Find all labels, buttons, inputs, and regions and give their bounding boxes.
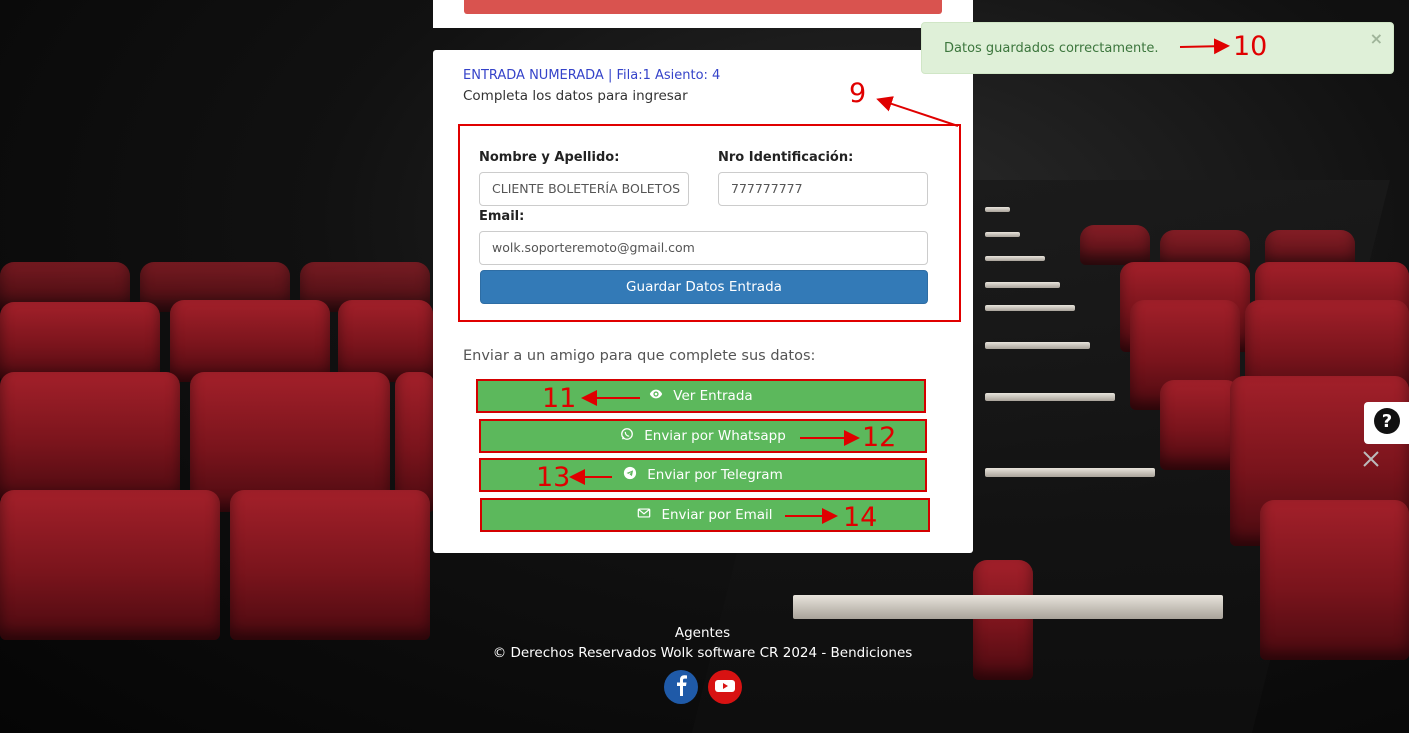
footer-agents-link[interactable]: Agentes [0, 625, 1405, 641]
question-circle-icon: ? [1373, 407, 1401, 439]
ticket-form: Nombre y Apellido: CLIENTE BOLETERÍA BOL… [458, 124, 961, 322]
svg-text:?: ? [1381, 411, 1391, 432]
facebook-icon [672, 674, 690, 700]
youtube-icon [713, 674, 737, 700]
name-field[interactable]: CLIENTE BOLETERÍA BOLETOS [479, 172, 689, 206]
ticket-subtitle: Completa los datos para ingresar [463, 88, 688, 104]
success-toast: Datos guardados correctamente. × [921, 22, 1394, 74]
footer-copyright: © Derechos Reservados Wolk software CR 2… [492, 645, 913, 661]
telegram-icon [623, 466, 637, 484]
ticket-card: ENTRADA NUMERADA | Fila:1 Asiento: 4 Com… [433, 50, 973, 553]
id-field[interactable]: 777777777 [718, 172, 928, 206]
annotation-12: 12 [862, 422, 897, 453]
email-label: Email: [479, 209, 525, 224]
whatsapp-button[interactable]: Enviar por Whatsapp [479, 419, 927, 453]
annotation-13: 13 [536, 462, 571, 493]
toast-message: Datos guardados correctamente. [944, 41, 1159, 56]
envelope-icon [637, 506, 651, 524]
eye-icon [649, 387, 663, 405]
whatsapp-label: Enviar por Whatsapp [644, 428, 786, 444]
name-label: Nombre y Apellido: [479, 150, 620, 165]
telegram-label: Enviar por Telegram [647, 467, 783, 483]
annotation-9: 9 [849, 78, 867, 109]
help-close-icon[interactable] [1360, 448, 1382, 470]
share-intro: Enviar a un amigo para que complete sus … [463, 348, 816, 364]
view-ticket-label: Ver Entrada [673, 388, 753, 404]
annotation-11: 11 [542, 383, 577, 414]
facebook-link[interactable] [664, 670, 698, 704]
whatsapp-icon [620, 427, 634, 445]
email-field[interactable]: wolk.soporteremoto@gmail.com [479, 231, 928, 265]
id-label: Nro Identificación: [718, 150, 854, 165]
annotation-10: 10 [1233, 31, 1268, 62]
toast-close-icon[interactable]: × [1370, 29, 1383, 48]
save-ticket-button[interactable]: Guardar Datos Entrada [480, 270, 928, 304]
email-share-label: Enviar por Email [661, 507, 773, 523]
ticket-title: ENTRADA NUMERADA | Fila:1 Asiento: 4 [463, 68, 721, 83]
help-button[interactable]: ? [1364, 402, 1409, 444]
annotation-14: 14 [843, 502, 878, 533]
previous-card-button[interactable] [464, 0, 942, 14]
youtube-link[interactable] [708, 670, 742, 704]
